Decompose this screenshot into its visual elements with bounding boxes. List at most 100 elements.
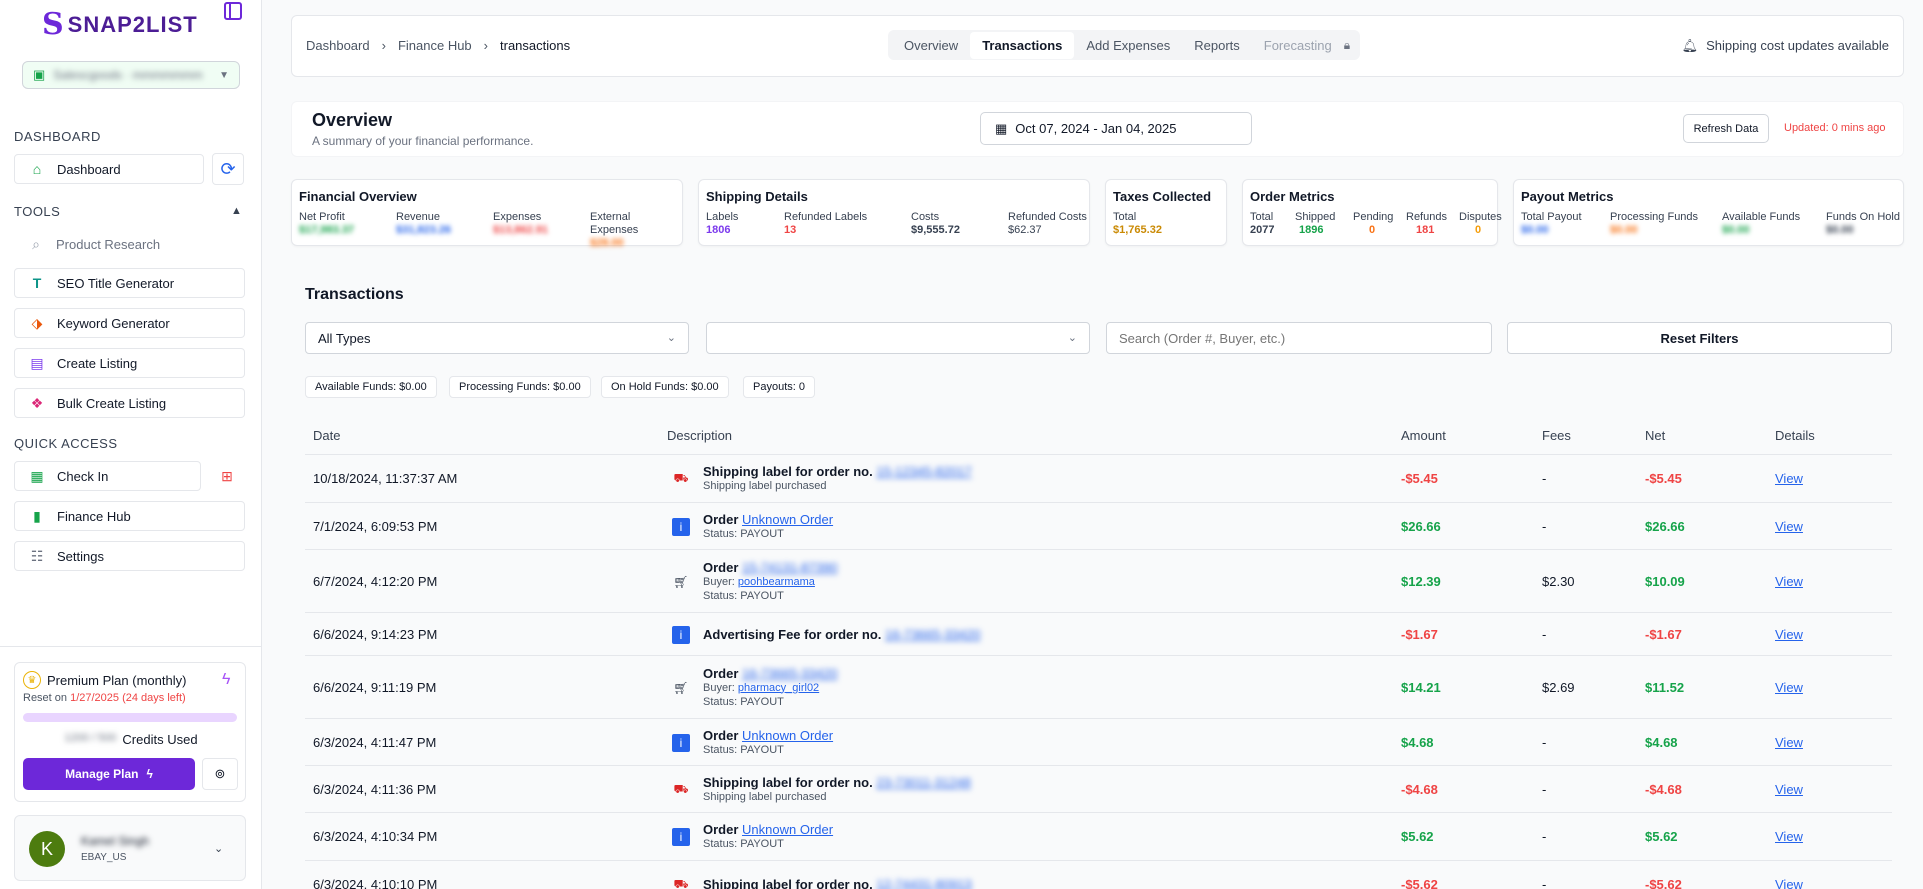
card-title: Shipping Details [706, 189, 808, 204]
row-amount: $12.39 [1401, 573, 1441, 589]
col-amount: Amount [1401, 428, 1446, 443]
order-link[interactable]: Unknown Order [742, 728, 833, 743]
lightning-icon: ϟ [146, 767, 153, 781]
view-link[interactable]: View [1775, 735, 1803, 750]
order-link[interactable]: Unknown Order [742, 822, 833, 837]
buyer-link[interactable]: poohbearmama [738, 576, 815, 588]
metric-net-profit: Net Profit $17,983.37 [299, 211, 396, 250]
metric-value: 1896 [1299, 224, 1324, 236]
order-link[interactable]: 12-74431-80913 [876, 877, 971, 889]
type-filter-value: All Types [318, 330, 371, 346]
row-date: 6/6/2024, 9:14:23 PM [313, 626, 438, 642]
file-plus-icon: ▤ [30, 354, 44, 371]
search-input[interactable] [1106, 322, 1492, 354]
row-amount: $5.62 [1401, 829, 1434, 844]
lock-icon: 🔒︎ [1343, 37, 1351, 52]
type-filter-select[interactable]: All Types ⌄ [305, 322, 689, 354]
sidebar-item-dashboard[interactable]: ⌂ Dashboard [14, 154, 204, 184]
refresh-data-button[interactable]: Refresh Data [1683, 114, 1769, 143]
info-icon: i [672, 517, 690, 536]
row-status: Shipping label purchased [703, 790, 827, 803]
order-link[interactable]: 16-73665-33420 [885, 627, 980, 642]
view-link[interactable]: View [1775, 574, 1803, 589]
card-title: Taxes Collected [1113, 189, 1212, 204]
metric-label: Net Profit [299, 211, 345, 223]
reset-filters-button[interactable]: Reset Filters [1507, 322, 1892, 354]
credits-progress-bar [23, 713, 237, 722]
user-card[interactable]: K Kamel Singh EBAY_US ⌄ [14, 815, 246, 881]
row-fees: $2.69 [1542, 679, 1575, 695]
sidebar-item-check-in[interactable]: ▦ Check In [14, 461, 201, 491]
page-title: Overview [312, 110, 393, 130]
order-link[interactable]: 15-74131-87390 [742, 560, 837, 575]
order-link[interactable]: 15-12345-82017 [876, 464, 971, 479]
sliders-icon: ☷ [30, 547, 44, 564]
sidebar-item-create-listing[interactable]: ▤ Create Listing [14, 348, 245, 378]
view-link[interactable]: View [1775, 829, 1803, 844]
row-description-main: Order [703, 727, 739, 743]
view-link[interactable]: View [1775, 471, 1803, 486]
row-status: Status: PAYOUT [703, 589, 784, 602]
tab-add-expenses[interactable]: Add Expenses [1074, 32, 1182, 59]
breadcrumb-dashboard[interactable]: Dashboard [306, 38, 370, 53]
tab-transactions[interactable]: Transactions [970, 31, 1075, 59]
metric-funds-on-hold: Funds On Hold $0.00 [1826, 211, 1902, 237]
tab-overview[interactable]: Overview [892, 32, 970, 59]
secondary-filter-select[interactable]: ⌄ [706, 322, 1090, 354]
sidebar-item-product-research[interactable]: ⌕ Product Research [14, 229, 245, 259]
row-description: Shipping label for order no. 23-73011-31… [703, 775, 971, 804]
row-fees: - [1542, 518, 1547, 534]
view-link[interactable]: View [1775, 782, 1803, 797]
col-details: Details [1775, 428, 1815, 443]
order-link[interactable]: Unknown Order [742, 512, 833, 527]
view-link[interactable]: View [1775, 519, 1803, 534]
metric-label: Processing Funds [1610, 211, 1699, 223]
notification[interactable]: 🔔︎ Shipping cost updates available [1682, 38, 1889, 54]
refresh-icon[interactable]: ⟳ [212, 153, 244, 185]
order-link[interactable]: 16-73665-33420 [742, 666, 837, 681]
shop-selector[interactable]: ▣ Salescgoods · mmmmmmm ▼ [22, 61, 240, 89]
chevron-up-icon[interactable]: ▲ [231, 205, 242, 217]
metric-value: 2077 [1250, 224, 1275, 236]
breadcrumb-finance-hub[interactable]: Finance Hub [398, 38, 472, 53]
row-description: Order Unknown Order Status: PAYOUT [703, 727, 833, 757]
brand-logo[interactable]: S SNAP2LIST [42, 10, 198, 40]
tab-reports[interactable]: Reports [1182, 32, 1252, 59]
view-link[interactable]: View [1775, 680, 1803, 695]
sidebar-item-settings[interactable]: ☷ Settings [14, 541, 245, 571]
metric-value: $0.00 [1722, 224, 1750, 236]
chevron-right-icon: › [483, 38, 489, 53]
metric-label: Labels [706, 211, 739, 223]
row-fees: - [1542, 734, 1547, 750]
metric-disputes: Disputes 0 [1459, 211, 1502, 237]
coins-icon[interactable]: ⊚ [202, 758, 238, 790]
sidebar-toggle-icon[interactable] [224, 2, 242, 20]
sidebar-item-label: Dashboard [57, 161, 121, 177]
sidebar-item-seo-title-generator[interactable]: T SEO Title Generator [14, 268, 245, 298]
metric-label: Funds On Hold [1826, 211, 1900, 223]
sidebar-item-keyword-generator[interactable]: ⬗ Keyword Generator [14, 308, 245, 338]
gift-icon[interactable]: ⊞ [210, 461, 244, 491]
row-description-main: Order [703, 822, 739, 837]
metric-label: Refunded Costs [1008, 211, 1087, 223]
plan-reset-date: 1/27/2025 (24 days left) [70, 692, 186, 704]
sidebar-item-finance-hub[interactable]: ▮ Finance Hub [14, 501, 245, 531]
tab-forecasting[interactable]: Forecasting [1252, 32, 1344, 59]
tab-bar: Overview Transactions Add Expenses Repor… [888, 30, 1361, 60]
row-date: 6/3/2024, 4:11:47 PM [313, 734, 437, 750]
lightning-icon[interactable]: ϟ [222, 671, 230, 689]
section-label-dashboard: DASHBOARD [14, 129, 101, 144]
order-link[interactable]: 23-73011-31248 [876, 775, 970, 790]
date-range-picker[interactable]: ▦ Oct 07, 2024 - Jan 04, 2025 [980, 112, 1252, 145]
view-link[interactable]: View [1775, 627, 1803, 642]
buyer-link[interactable]: pharmacy_girl02 [738, 682, 819, 694]
sidebar-item-bulk-create-listing[interactable]: ❖ Bulk Create Listing [14, 388, 245, 418]
metric-refunds: Refunds 181 [1406, 211, 1459, 237]
row-description: Order 15-74131-87390 Buyer: poohbearmama S… [703, 559, 838, 602]
row-amount: $4.68 [1401, 734, 1434, 750]
table-row: 7/1/2024, 6:09:53 PM i Order Unknown Order… [305, 503, 1892, 550]
view-link[interactable]: View [1775, 877, 1803, 889]
manage-plan-button[interactable]: Manage Plan ϟ [23, 758, 195, 790]
row-description: Shipping label for order no. 12-74431-80… [703, 877, 972, 889]
metric-expenses: Expenses $13,862.91 [493, 211, 590, 250]
